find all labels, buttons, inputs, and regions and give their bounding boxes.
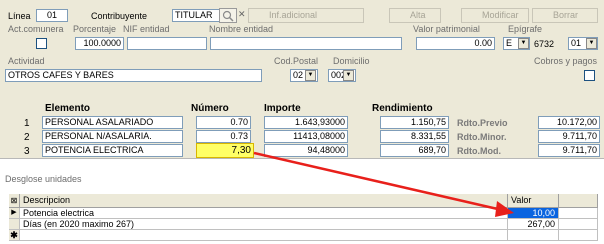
contribuyente-label: Contribuyente — [91, 11, 148, 21]
descripcion-column-header[interactable]: Descripcion — [20, 194, 508, 208]
contribuyente-field[interactable]: TITULAR — [172, 9, 220, 22]
empty-cell — [559, 208, 598, 219]
epigrafe-code: 6732 — [534, 39, 555, 49]
divider — [0, 158, 604, 159]
numero-field[interactable]: 0.73 — [196, 130, 251, 143]
chevron-down-icon[interactable]: ▼ — [518, 38, 529, 49]
cobros-pagos-checkbox[interactable] — [584, 70, 595, 81]
search-user-button[interactable] — [219, 8, 237, 23]
cod-postal-label: Cod.Postal — [274, 56, 319, 66]
nombre-entidad-field[interactable] — [210, 37, 402, 50]
elemento-field[interactable]: PERSONAL N/ASALARIA. — [42, 130, 183, 143]
descripcion-cell[interactable]: Días (en 2020 maximo 267) — [20, 219, 508, 230]
importe-field[interactable]: 11413,08000 — [264, 130, 348, 143]
porcentaje-label: Porcentaje — [73, 24, 117, 34]
person-search-icon — [222, 10, 234, 22]
nif-entidad-field[interactable] — [127, 37, 207, 50]
row-index: 1 — [24, 118, 30, 129]
empty-cell — [559, 230, 598, 241]
valor-patrimonial-field[interactable]: 0.00 — [416, 37, 495, 50]
new-row-icon[interactable]: ✱ — [9, 230, 20, 241]
act-comunera-label: Act.comunera — [8, 24, 64, 34]
rendimiento-header: Rendimiento — [372, 103, 433, 114]
row-index: 2 — [24, 132, 30, 143]
row-pointer-icon[interactable]: ▶ — [9, 208, 20, 219]
empty-cell — [559, 219, 598, 230]
row-index: 3 — [24, 146, 30, 157]
valor-cell-selected[interactable]: 10,00 — [508, 208, 559, 219]
alta-button[interactable]: Alta — [389, 8, 441, 23]
chevron-down-icon[interactable]: ▼ — [343, 70, 354, 81]
rdto-mod-field[interactable]: 9.711,70 — [538, 144, 600, 157]
numero-header: Número — [191, 103, 229, 114]
borrar-button[interactable]: Borrar — [532, 8, 598, 23]
chevron-down-icon[interactable]: ▼ — [586, 38, 597, 49]
nombre-entidad-label: Nombre entidad — [209, 24, 274, 34]
valor-cell[interactable]: 267,00 — [508, 219, 559, 230]
new-row-cell[interactable] — [508, 230, 559, 241]
domicilio-label: Domicilio — [333, 56, 370, 66]
grid-corner[interactable]: ⊠ — [9, 194, 20, 208]
rdto-previo-label: Rdto.Previo — [457, 118, 508, 128]
descripcion-cell[interactable]: Potencia electrica — [20, 208, 508, 219]
linea-label: Línea — [8, 11, 31, 21]
new-row-cell[interactable] — [20, 230, 508, 241]
empty-column-header — [559, 194, 598, 208]
row-selector[interactable] — [9, 219, 20, 230]
desglose-title: Desglose unidades — [5, 174, 82, 184]
numero-field-highlighted[interactable]: 7,30 — [196, 143, 254, 158]
importe-field[interactable]: 1.643,93000 — [264, 116, 348, 129]
rdto-mod-label: Rdto.Mod. — [457, 146, 501, 156]
rdto-minor-label: Rdto.Minor. — [457, 132, 507, 142]
elemento-field[interactable]: PERSONAL ASALARIADO — [42, 116, 183, 129]
rendimiento-field[interactable]: 8.331,55 — [380, 130, 449, 143]
epigrafe-label: Epígrafe — [508, 24, 543, 34]
elemento-field[interactable]: POTENCIA ELECTRICA — [42, 144, 183, 157]
importe-header: Importe — [264, 103, 301, 114]
epigrafe-letter-value: E — [506, 38, 513, 48]
actividad-field[interactable]: OTROS CAFES Y BARES — [5, 69, 262, 82]
epigrafe-suffix-value: 01 — [571, 38, 582, 48]
importe-field[interactable]: 94,48000 — [264, 144, 348, 157]
close-x-icon[interactable]: ✕ — [238, 9, 246, 20]
inf-adicional-button[interactable]: Inf.adicional — [248, 8, 364, 23]
modificar-button[interactable]: Modificar — [461, 8, 529, 23]
valor-patrimonial-label: Valor patrimonial — [413, 24, 480, 34]
nif-entidad-label: NIF entidad — [123, 24, 170, 34]
cobros-pagos-label: Cobros y pagos — [534, 56, 598, 66]
porcentaje-field[interactable]: 100.0000 — [75, 37, 124, 50]
rdto-previo-field[interactable]: 10.172,00 — [538, 116, 600, 129]
rendimiento-field[interactable]: 1.150,75 — [380, 116, 449, 129]
act-comunera-checkbox[interactable] — [36, 38, 47, 49]
rendimiento-field[interactable]: 689,70 — [380, 144, 449, 157]
actividad-label: Actividad — [8, 56, 45, 66]
linea-field[interactable]: 01 — [36, 9, 68, 22]
elemento-header: Elemento — [45, 103, 91, 114]
numero-field[interactable]: 0.70 — [196, 116, 251, 129]
valor-column-header[interactable]: Valor — [508, 194, 559, 208]
rdto-minor-field[interactable]: 9.711,70 — [538, 130, 600, 143]
cod-postal-value: 02 — [293, 70, 304, 80]
chevron-down-icon[interactable]: ▼ — [305, 70, 316, 81]
